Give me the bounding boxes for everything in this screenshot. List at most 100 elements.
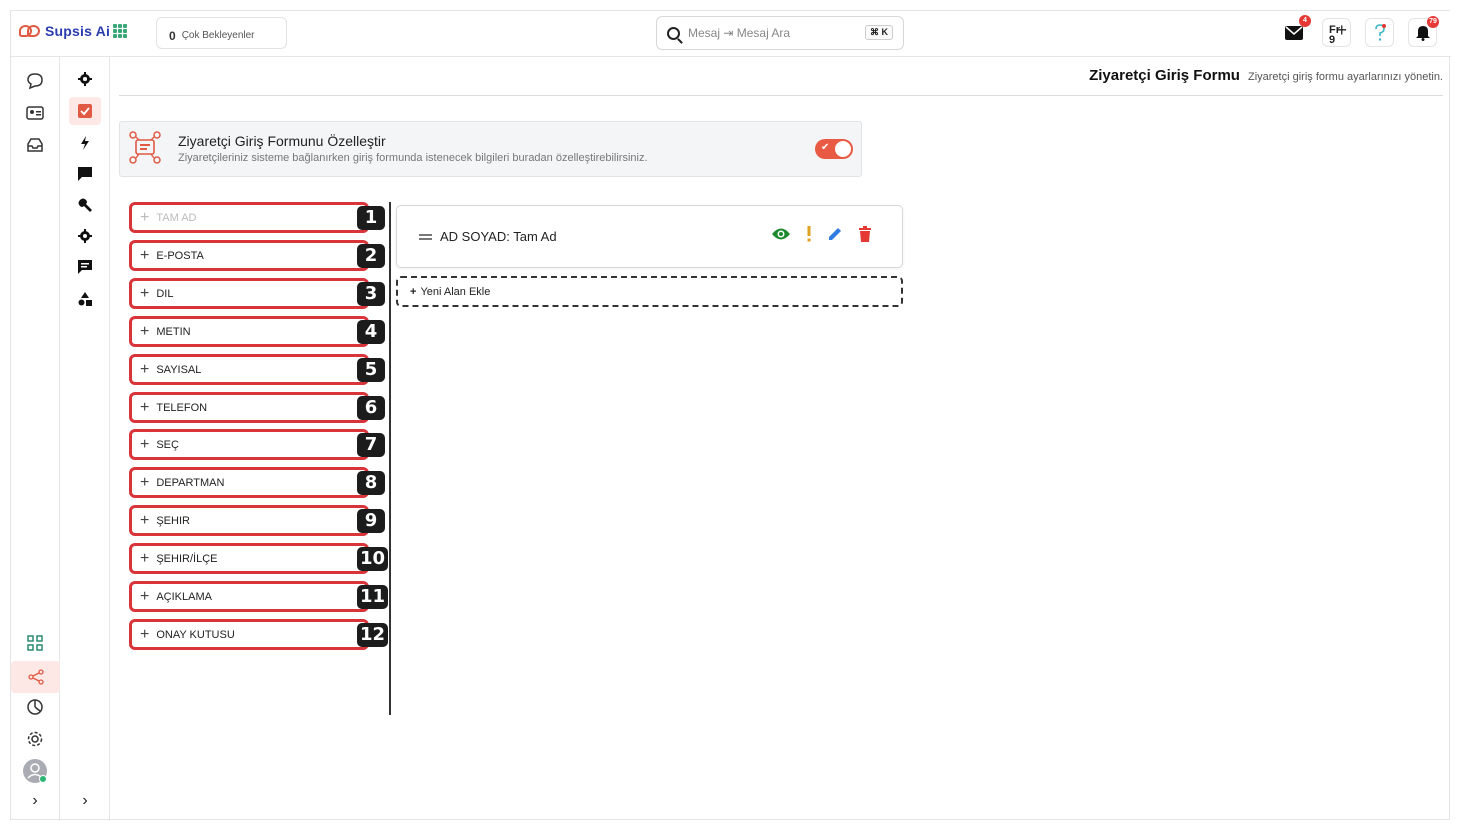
dashboard-nav[interactable] [19,629,51,657]
expand-rail2-button[interactable]: › [69,787,101,815]
customize-toggle[interactable]: ✔ [815,139,853,159]
mail-badge: 4 [1299,15,1311,27]
field-number-badge: 12 [357,623,389,647]
required-icon[interactable] [806,226,812,242]
wrench-icon [78,198,92,212]
tools-nav[interactable] [69,191,101,219]
messages-nav[interactable] [69,160,101,188]
field-number-badge: 3 [357,282,385,306]
reports-nav[interactable] [19,693,51,721]
form-field-row[interactable]: AD SOYAD: Tam Ad [396,205,903,268]
plus-icon: + [140,246,150,264]
delete-icon[interactable] [858,226,872,242]
field-type-item[interactable]: + ONAY KUTUSU 12 [129,619,389,650]
field-type-item[interactable]: + AÇIKLAMA 11 [129,581,389,612]
field-type-item[interactable]: + ŞEHIR 9 [129,505,385,536]
apps-grid-icon[interactable] [113,24,127,38]
app-window: Supsis Ai 0 Çok Bekleyenler ⌘ K 4 Fr 9 [10,10,1451,821]
form-robot-icon [129,131,161,164]
expand-rail1-button[interactable]: › [19,787,51,815]
integrations-sub-nav[interactable] [69,285,101,313]
pending-label: Çok Bekleyenler [181,29,255,41]
user-avatar[interactable] [19,757,51,785]
customize-card-description: Ziyaretçileriniz sisteme bağlanırken gir… [178,152,648,164]
field-type-item[interactable]: + METIN 4 [129,316,385,347]
language-button[interactable]: Fr 9 + [1322,18,1351,47]
field-type-list: + TAM AD 1 + E-POSTA 2 + DIL 3 + METIN 4 + SAYISAL 5 + T… [129,202,391,715]
field-type-item: + TAM AD 1 [129,202,385,233]
help-button[interactable] [1365,18,1394,47]
field-type-label: ŞEHIR [156,514,190,527]
field-type-item[interactable]: + SEÇ 7 [129,429,385,460]
notifications-badge: 79 [1427,16,1439,28]
edit-icon[interactable] [827,226,843,242]
logo-icon [19,23,41,39]
top-actions: 4 Fr 9 + 79 [1279,15,1439,47]
field-type-label: E-POSTA [156,249,204,262]
app-name: Supsis Ai [45,23,111,39]
field-type-label: SEÇ [156,438,179,451]
add-field-label: Yeni Alan Ekle [420,285,491,298]
share-icon [27,669,44,685]
row-actions [771,226,872,242]
field-type-item[interactable]: + TELEFON 6 [129,392,385,423]
help-icon [1374,23,1386,41]
logo[interactable]: Supsis Ai [19,23,110,39]
add-field-button[interactable]: + Yeni Alan Ekle [396,276,903,307]
chat-nav[interactable] [19,67,51,95]
page-subtitle: Ziyaretçi giriş formu ayarlarınızı yönet… [1247,71,1443,83]
search-input[interactable] [688,26,848,40]
inbox-icon [27,138,43,152]
plus-icon: + [140,322,150,340]
field-type-label: DIL [156,287,174,300]
plus-icon: + [140,398,150,416]
field-type-item[interactable]: + DEPARTMAN 8 [129,467,385,498]
automation-nav[interactable] [69,129,101,157]
check-icon: ✔ [821,142,830,153]
dashboard-grid-icon [27,635,43,651]
field-type-label: SAYISAL [156,363,202,376]
field-type-item[interactable]: + E-POSTA 2 [129,240,385,271]
integrations-nav[interactable] [11,661,60,693]
visibility-icon[interactable] [771,227,791,241]
field-type-item[interactable]: + SAYISAL 5 [129,354,385,385]
plus-icon: + [140,360,150,378]
plus-icon: + [140,511,150,529]
search-icon [667,26,680,40]
field-type-item[interactable]: + DIL 3 [129,278,385,309]
chevron-right-icon: › [82,792,88,809]
field-number-badge: 11 [357,585,389,609]
field-type-label: ONAY KUTUSU [156,628,235,641]
header-divider [119,95,1443,96]
bolt-icon [81,136,89,150]
visitor-form-nav[interactable] [69,97,101,125]
comments-nav[interactable] [69,253,101,281]
field-number-badge: 4 [357,320,385,344]
plus-icon: + [140,473,150,491]
advanced-settings-nav[interactable] [69,222,101,250]
field-number-badge: 8 [357,471,385,495]
page-title: Ziyaretçi Giriş Formu [1089,67,1240,84]
notifications-button[interactable]: 79 [1408,16,1439,47]
field-number-badge: 2 [357,244,385,268]
toggle-knob [835,141,851,157]
search-box[interactable]: ⌘ K [656,16,904,50]
field-number-badge: 1 [357,206,385,230]
settings-nav[interactable] [19,725,51,753]
general-settings-nav[interactable] [69,65,101,93]
secondary-sidebar: › [60,57,110,821]
mail-button[interactable]: 4 [1279,15,1311,47]
field-type-item[interactable]: + ŞEHIR/İLÇE 10 [129,543,389,574]
field-number-badge: 7 [357,433,385,457]
customize-card-title: Ziyaretçi Giriş Formunu Özelleştir [178,133,386,149]
plus-icon: + [140,284,150,302]
inbox-nav[interactable] [19,131,51,159]
search-shortcut: ⌘ K [865,25,893,40]
page-header: Ziyaretçi Giriş Formu Ziyaretçi giriş fo… [1089,67,1443,84]
drag-handle-icon[interactable] [419,234,432,240]
plus-icon: + [140,435,150,453]
field-number-badge: 5 [357,358,385,382]
contact-card-icon [26,106,44,120]
contacts-nav[interactable] [19,99,51,127]
pending-chats-button[interactable]: 0 Çok Bekleyenler [156,17,287,49]
